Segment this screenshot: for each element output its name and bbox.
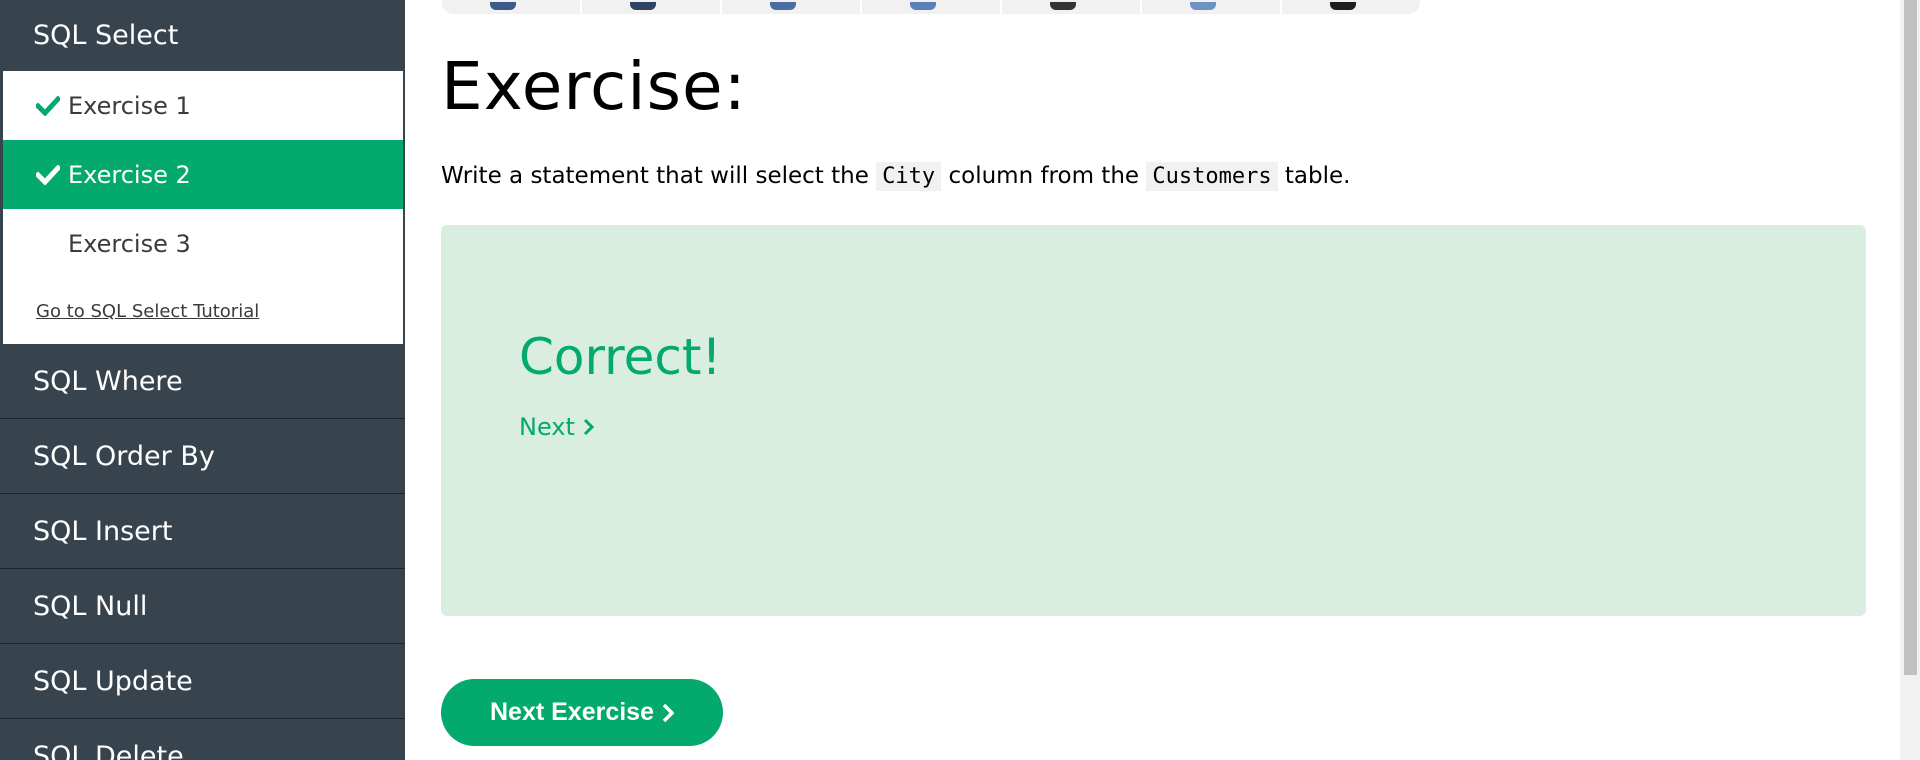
sidebar-section-sql-order-by[interactable]: SQL Order By <box>0 419 405 494</box>
instruction-text: table. <box>1277 163 1351 189</box>
next-link[interactable]: Next <box>519 413 595 441</box>
product-thumbnail[interactable] <box>1002 0 1142 14</box>
product-thumbnail[interactable] <box>862 0 1002 14</box>
page-title: Exercise: <box>441 48 747 125</box>
sidebar-section-sql-insert[interactable]: SQL Insert <box>0 494 405 569</box>
exercise-instruction: Write a statement that will select the C… <box>441 162 1351 191</box>
sidebar-section-label: SQL Select <box>33 20 179 51</box>
sidebar-section-sql-where[interactable]: SQL Where <box>0 344 405 419</box>
chevron-right-icon <box>583 418 595 436</box>
exercise-item-1[interactable]: Exercise 1 <box>3 71 403 140</box>
tutorial-link[interactable]: Go to SQL Select Tutorial <box>3 278 403 344</box>
instruction-text: Write a statement that will select the <box>441 163 877 189</box>
exercise-item-2[interactable]: Exercise 2 <box>3 140 403 209</box>
next-exercise-button[interactable]: Next Exercise <box>441 679 723 746</box>
sidebar-section-label: SQL Update <box>33 665 193 697</box>
sidebar-section-label: SQL Insert <box>33 515 173 547</box>
code-customers: Customers <box>1146 162 1278 191</box>
sidebar-section-sql-select[interactable]: SQL Select <box>0 0 405 71</box>
next-exercise-label: Next Exercise <box>489 698 654 726</box>
product-thumbnail[interactable] <box>1282 0 1420 14</box>
sidebar-section-sql-delete[interactable]: SQL Delete <box>0 719 405 760</box>
product-thumbnail[interactable] <box>442 0 582 14</box>
exercise-label: Exercise 2 <box>68 160 191 189</box>
exercise-list: Exercise 1 Exercise 2 Exercise 3 Go to S… <box>2 71 403 344</box>
check-icon <box>36 163 68 187</box>
sidebar-section-sql-update[interactable]: SQL Update <box>0 644 405 719</box>
sidebar-section-label: SQL Delete <box>33 740 184 760</box>
result-title: Correct! <box>519 328 722 386</box>
exercise-label: Exercise 3 <box>68 229 191 258</box>
scrollbar-thumb[interactable] <box>1904 0 1917 675</box>
sidebar: SQL Select Exercise 1 Exercise 2 Exercis… <box>0 0 405 760</box>
sidebar-section-label: SQL Null <box>33 590 148 622</box>
product-thumbnail[interactable] <box>582 0 722 14</box>
next-link-label: Next <box>519 413 575 441</box>
instruction-text: column from the <box>941 163 1147 189</box>
sidebar-section-label: SQL Where <box>33 365 183 397</box>
check-icon <box>36 94 68 118</box>
code-city: City <box>876 162 942 191</box>
product-thumbnail[interactable] <box>1142 0 1282 14</box>
exercise-item-3[interactable]: Exercise 3 <box>3 209 403 278</box>
result-panel: Correct! Next <box>441 225 1866 616</box>
sidebar-section-label: SQL Order By <box>33 440 215 472</box>
exercise-label: Exercise 1 <box>68 91 191 120</box>
scrollbar[interactable] <box>1900 0 1920 760</box>
ad-banner[interactable] <box>442 0 1420 14</box>
sidebar-section-sql-null[interactable]: SQL Null <box>0 569 405 644</box>
product-thumbnail[interactable] <box>722 0 862 14</box>
chevron-right-icon <box>662 703 674 722</box>
main-content: Exercise: Write a statement that will se… <box>405 0 1900 760</box>
